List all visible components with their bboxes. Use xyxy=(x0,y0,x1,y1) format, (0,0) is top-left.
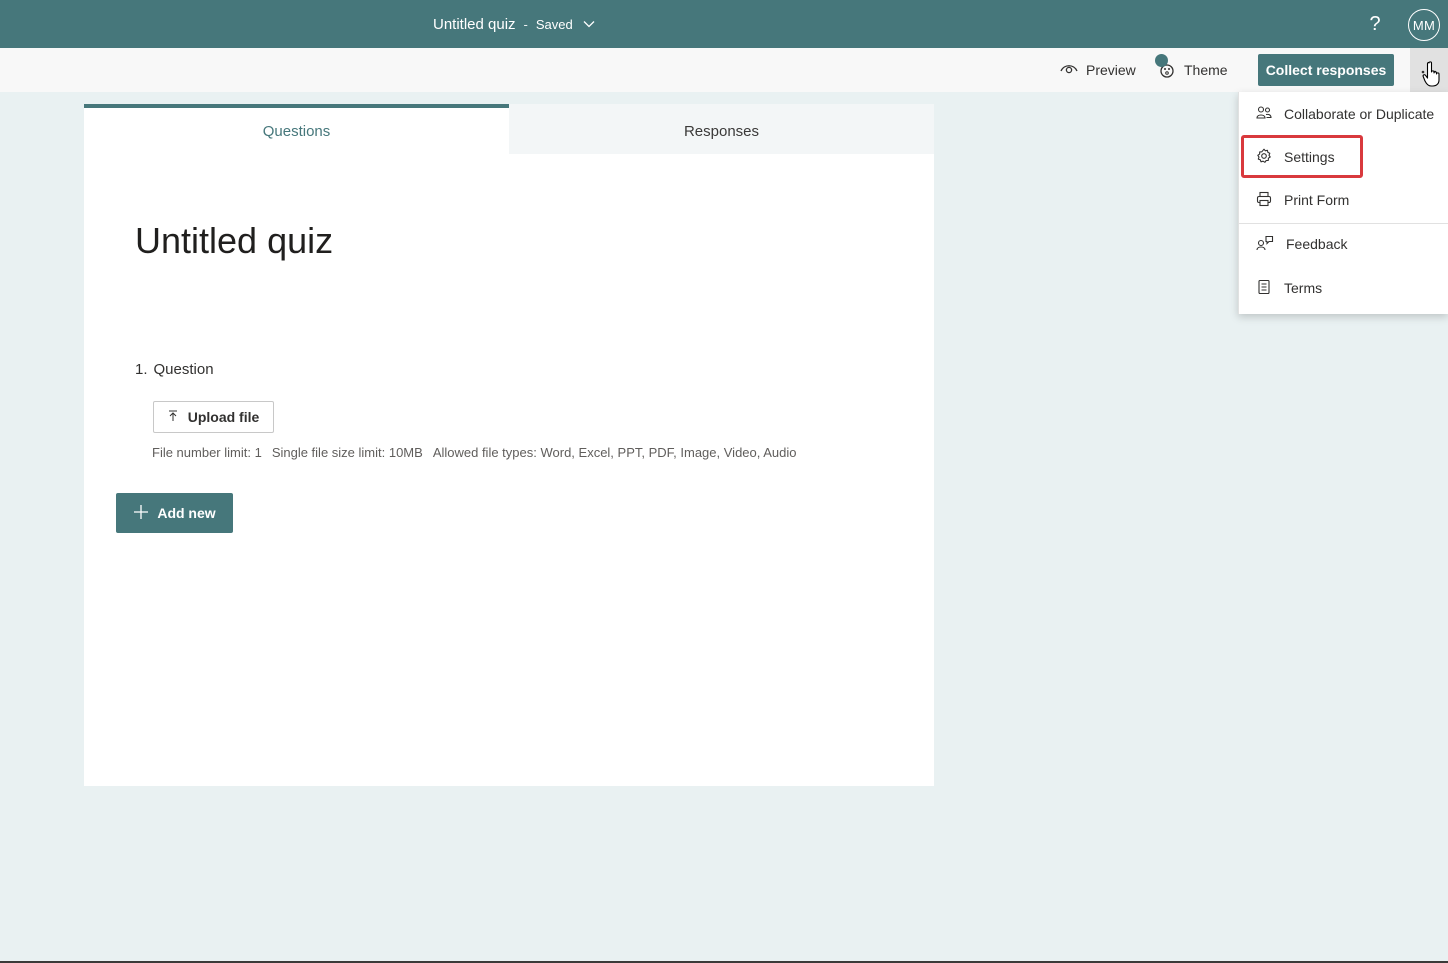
theme-button[interactable]: Theme xyxy=(1155,48,1228,92)
collect-responses-button[interactable]: Collect responses xyxy=(1258,54,1394,86)
menu-item-feedback[interactable]: Feedback xyxy=(1239,224,1448,264)
menu-item-terms[interactable]: Terms xyxy=(1239,268,1448,308)
preview-button[interactable]: Preview xyxy=(1060,48,1136,92)
question-item[interactable]: 1. Question xyxy=(135,361,214,378)
file-info: File number limit: 1 Single file size li… xyxy=(152,445,797,460)
add-new-label: Add new xyxy=(157,505,216,521)
gear-icon xyxy=(1256,148,1272,167)
tab-questions[interactable]: Questions xyxy=(84,104,509,154)
plus-icon xyxy=(133,504,149,523)
command-bar xyxy=(0,48,1448,92)
file-size-limit: Single file size limit: 10MB xyxy=(271,445,423,460)
question-text: Question xyxy=(153,361,214,378)
quiz-title[interactable]: Untitled quiz xyxy=(135,220,333,262)
add-new-button[interactable]: Add new xyxy=(116,493,233,533)
theme-badge xyxy=(1155,54,1168,67)
top-bar: Untitled quiz - Saved ? MM xyxy=(0,0,1448,48)
menu-label-print-form: Print Form xyxy=(1284,192,1350,208)
upload-icon xyxy=(168,409,178,425)
more-options-button[interactable] xyxy=(1410,48,1448,92)
avatar[interactable]: MM xyxy=(1408,9,1440,41)
palette-icon xyxy=(1155,54,1176,80)
upload-label: Upload file xyxy=(187,409,260,425)
menu-item-settings[interactable]: Settings xyxy=(1239,137,1448,177)
ellipsis-icon xyxy=(1421,61,1437,79)
document-icon xyxy=(1256,279,1272,298)
file-types: Allowed file types: Word, Excel, PPT, PD… xyxy=(432,445,797,460)
question-number: 1. xyxy=(135,361,148,378)
tab-responses[interactable]: Responses xyxy=(509,104,934,154)
theme-label: Theme xyxy=(1184,62,1228,78)
upload-file-button[interactable]: Upload file xyxy=(153,401,274,433)
menu-label-terms: Terms xyxy=(1284,280,1323,296)
document-title-dropdown[interactable]: Untitled quiz - Saved xyxy=(433,0,595,48)
help-button[interactable]: ? xyxy=(1362,10,1388,38)
people-icon xyxy=(1256,105,1272,124)
preview-label: Preview xyxy=(1086,62,1136,78)
menu-item-print-form[interactable]: Print Form xyxy=(1239,180,1448,220)
menu-label-feedback: Feedback xyxy=(1286,236,1348,252)
printer-icon xyxy=(1256,191,1272,210)
title-separator: - xyxy=(523,16,528,32)
feedback-icon xyxy=(1256,235,1274,254)
eye-icon xyxy=(1060,62,1078,78)
save-status: Saved xyxy=(535,16,573,32)
tab-bar: Questions Responses xyxy=(84,104,934,154)
document-title: Untitled quiz xyxy=(433,15,516,33)
chevron-down-icon xyxy=(583,20,595,28)
more-options-menu: Collaborate or Duplicate Settings Print … xyxy=(1238,92,1448,314)
form-card: Questions Responses Untitled quiz 1. Que… xyxy=(84,104,934,786)
menu-item-collaborate[interactable]: Collaborate or Duplicate xyxy=(1239,94,1448,134)
menu-label-collaborate: Collaborate or Duplicate xyxy=(1284,106,1435,122)
file-number-limit: File number limit: 1 xyxy=(152,445,262,460)
menu-label-settings: Settings xyxy=(1284,149,1335,165)
